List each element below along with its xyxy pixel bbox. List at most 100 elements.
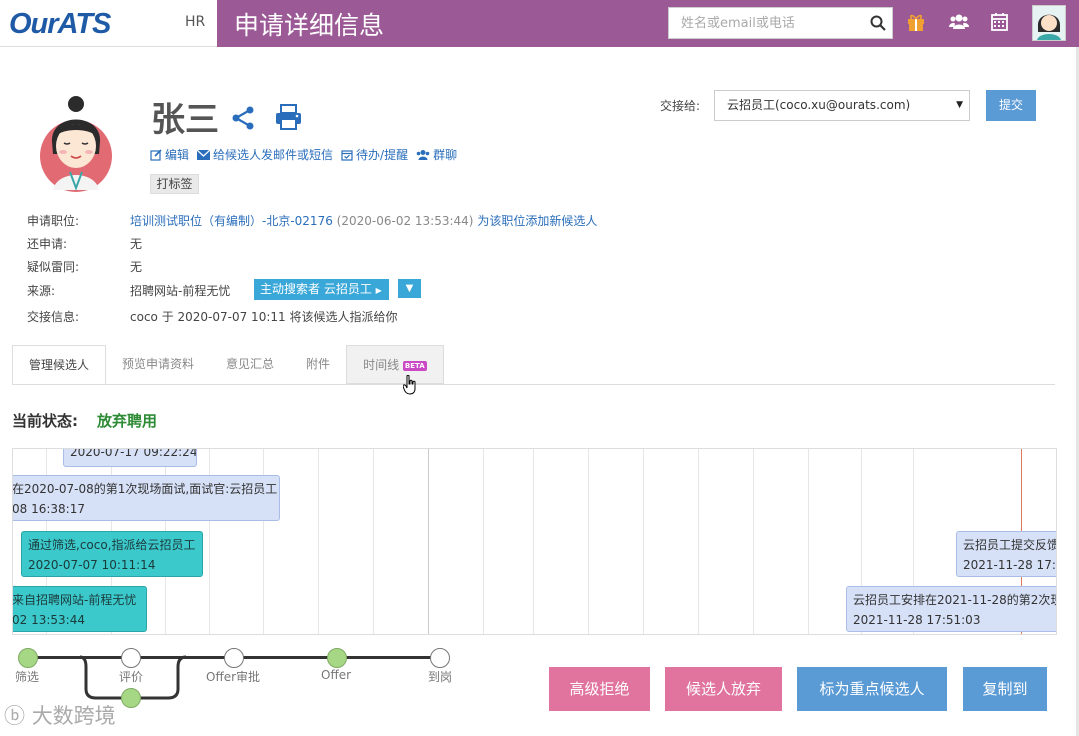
timeline-event[interactable]: 来自招聘网站-前程无忧 02 13:53:44 bbox=[12, 586, 147, 632]
stage-node-evaluation[interactable] bbox=[121, 648, 141, 668]
ourats-logo: OurATS bbox=[9, 8, 111, 40]
gift-icon[interactable] bbox=[907, 12, 925, 32]
source-dropdown-button[interactable]: ▼ bbox=[398, 279, 421, 298]
group-icon bbox=[416, 149, 430, 160]
timeline-event-text: 在2020-07-08的第1次现场面试,面试官:云招员工 bbox=[12, 482, 278, 496]
edit-icon bbox=[150, 148, 162, 161]
send-email-label: 给候选人发邮件或短信 bbox=[213, 148, 334, 162]
handover-selected-value: 云招员工(coco.xu@ourats.com) bbox=[727, 98, 911, 112]
logo-area[interactable]: OurATS HR bbox=[0, 0, 217, 47]
user-avatar[interactable] bbox=[1032, 5, 1066, 41]
top-header: OurATS HR 申请详细信息 bbox=[0, 0, 1079, 47]
copy-to-button[interactable]: 复制到 bbox=[963, 667, 1047, 711]
status-value: 放弃聘用 bbox=[97, 412, 158, 430]
position-link[interactable]: 培训测试职位（有编制）-北京-02176 bbox=[130, 214, 333, 228]
tabs: 管理候选人 预览申请资料 意见汇总 附件 时间线 BETA bbox=[12, 345, 444, 384]
mark-key-candidate-button[interactable]: 标为重点候选人 bbox=[797, 667, 947, 711]
search-icon[interactable] bbox=[870, 15, 886, 31]
calendar-icon[interactable] bbox=[991, 12, 1008, 31]
advanced-reject-button[interactable]: 高级拒绝 bbox=[549, 667, 650, 711]
handover-label: 交接给: bbox=[660, 99, 701, 113]
stage-label-onboard: 到岗 bbox=[428, 670, 453, 684]
search-box bbox=[668, 7, 893, 39]
group-chat-label: 群聊 bbox=[433, 148, 458, 162]
dropdown-caret-icon: ▼ bbox=[956, 100, 963, 110]
timeline-event-text: 云招员工安排在2021-11-28的第2次现 bbox=[853, 593, 1057, 607]
tab-attachments[interactable]: 附件 bbox=[290, 345, 346, 384]
stage-node-offer-approval[interactable] bbox=[224, 648, 244, 668]
print-icon[interactable] bbox=[275, 104, 302, 130]
group-chat-action[interactable]: 群聊 bbox=[416, 146, 457, 163]
weibo-icon: ⓑ bbox=[4, 704, 25, 728]
timeline-event-date: 2020-07-07 10:11:14 bbox=[28, 558, 156, 572]
search-input[interactable] bbox=[669, 8, 859, 38]
candidate-abandon-button[interactable]: 候选人放弃 bbox=[665, 667, 782, 711]
todo-reminder-label: 待办/提醒 bbox=[356, 148, 409, 162]
stage-node-onboard[interactable] bbox=[430, 648, 450, 668]
stage-label-offer-approval: Offer审批 bbox=[206, 670, 261, 684]
timeline-gridline bbox=[643, 449, 644, 634]
timeline-event-text: 来自招聘网站-前程无忧 bbox=[12, 593, 137, 607]
beta-badge: BETA bbox=[402, 360, 427, 371]
submit-button[interactable]: 提交 bbox=[986, 90, 1036, 121]
tab-timeline-label: 时间线 bbox=[363, 358, 400, 372]
stage-label-screening: 筛选 bbox=[15, 670, 40, 684]
duplicate-label: 疑似雷同: bbox=[27, 260, 80, 274]
todo-reminder-action[interactable]: 待办/提醒 bbox=[341, 146, 408, 163]
role-label: HR bbox=[185, 14, 206, 30]
stage-node-screening[interactable] bbox=[18, 648, 38, 668]
tab-manage-candidate[interactable]: 管理候选人 bbox=[12, 345, 107, 384]
timeline-event[interactable]: 云招员工安排在2021-11-28的第2次现 2021-11-28 17:51:… bbox=[846, 586, 1057, 632]
timeline-event-text: 通过筛选,coco,指派给云招员工 bbox=[28, 538, 196, 552]
duplicate-value: 无 bbox=[130, 260, 143, 274]
stage-label-evaluation: 评价 bbox=[119, 670, 144, 684]
tab-feedback-summary[interactable]: 意见汇总 bbox=[210, 345, 290, 384]
position-label: 申请职位: bbox=[27, 214, 80, 228]
stage-node-offer[interactable] bbox=[327, 648, 347, 668]
timeline-event-date: 08 16:38:17 bbox=[12, 502, 85, 516]
watermark: ⓑ 大数跨境 bbox=[4, 700, 116, 730]
source-value: 招聘网站-前程无忧 bbox=[130, 284, 231, 298]
timeline-event-date: 2021-11-28 17:51:03 bbox=[853, 613, 981, 627]
add-tag-button[interactable]: 打标签 bbox=[150, 174, 199, 194]
timeline-gridline bbox=[318, 449, 319, 634]
timeline-gridline bbox=[373, 449, 374, 634]
timeline-event[interactable]: 2020-07-17 09:22:24 bbox=[63, 448, 197, 467]
page-title: 申请详细信息 bbox=[234, 11, 385, 40]
send-email-action[interactable]: 给候选人发邮件或短信 bbox=[197, 146, 333, 163]
timeline-panel[interactable]: 2020-07-17 09:22:24 在2020-07-08的第1次现场面试,… bbox=[12, 448, 1057, 635]
handover-select[interactable]: 云招员工(coco.xu@ourats.com) ▼ bbox=[714, 90, 970, 121]
tab-timeline[interactable]: 时间线 BETA bbox=[346, 345, 444, 384]
users-icon[interactable] bbox=[949, 12, 969, 32]
chevron-down-icon: ▼ bbox=[405, 283, 414, 294]
position-date: (2020-06-02 13:53:44) bbox=[336, 214, 474, 228]
watermark-text: 大数跨境 bbox=[31, 704, 116, 728]
caret-right-icon: ▶ bbox=[375, 286, 382, 295]
stage-node-branch[interactable] bbox=[121, 688, 141, 708]
edit-action[interactable]: 编辑 bbox=[150, 146, 189, 163]
handover-info-label: 交接信息: bbox=[27, 310, 80, 324]
candidate-avatar bbox=[39, 96, 113, 192]
timeline-event-date: 02 13:53:44 bbox=[12, 613, 85, 627]
calendar-check-icon bbox=[341, 149, 353, 161]
add-candidate-link[interactable]: 为该职位添加新候选人 bbox=[477, 214, 597, 228]
timeline-gridline bbox=[483, 449, 484, 634]
tab-preview-application[interactable]: 预览申请资料 bbox=[106, 345, 210, 384]
timeline-event-date: 2020-07-17 09:22:24 bbox=[70, 448, 197, 459]
handover-info-value: coco 于 2020-07-07 10:11 将该候选人指派给你 bbox=[130, 310, 398, 324]
timeline-event-text: 云招员工提交反馈 bbox=[963, 538, 1057, 552]
share-icon[interactable] bbox=[231, 106, 255, 130]
envelope-icon bbox=[197, 149, 211, 160]
timeline-gridline bbox=[428, 449, 429, 634]
timeline-gridline bbox=[698, 449, 699, 634]
stage-label-offer: Offer bbox=[321, 668, 352, 682]
candidate-actions: 编辑 给候选人发邮件或短信 待办/提醒 群聊 bbox=[150, 146, 457, 163]
timeline-event[interactable]: 通过筛选,coco,指派给云招员工 2020-07-07 10:11:14 bbox=[21, 531, 203, 577]
timeline-gridline bbox=[753, 449, 754, 634]
source-button[interactable]: 主动搜索者 云招员工 ▶ bbox=[254, 279, 389, 300]
position-row: 培训测试职位（有编制）-北京-02176 (2020-06-02 13:53:4… bbox=[130, 212, 597, 229]
timeline-event[interactable]: 云招员工提交反馈 2021-11-28 17:5 bbox=[956, 531, 1057, 577]
timeline-event[interactable]: 在2020-07-08的第1次现场面试,面试官:云招员工 08 16:38:17 bbox=[12, 475, 280, 521]
status-label: 当前状态: bbox=[12, 412, 78, 430]
also-applied-label: 还申请: bbox=[27, 237, 68, 251]
